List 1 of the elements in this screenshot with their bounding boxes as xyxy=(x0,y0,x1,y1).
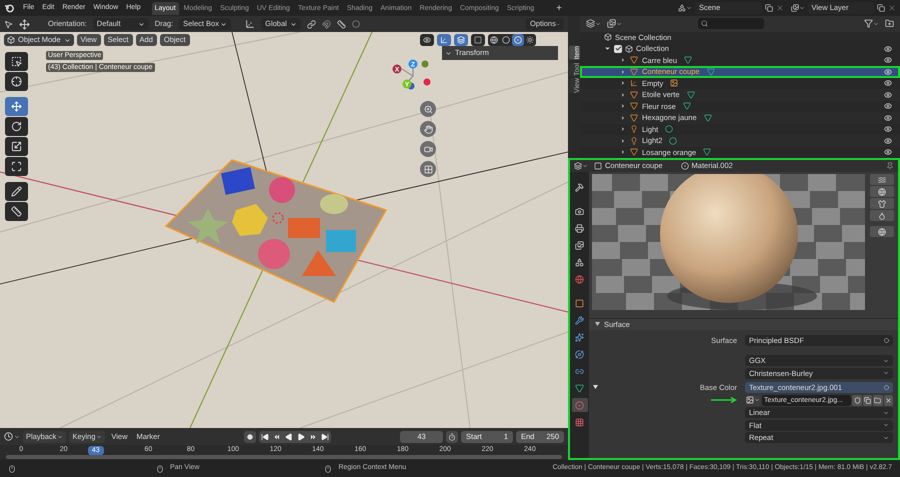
add-workspace-button[interactable]: + xyxy=(554,0,564,16)
